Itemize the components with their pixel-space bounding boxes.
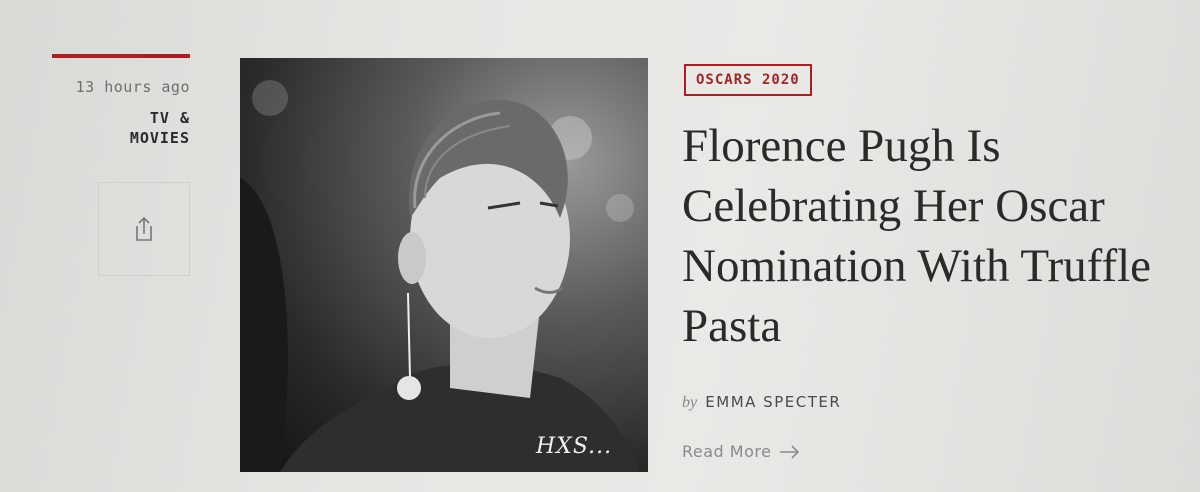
watermark: HXS... (536, 434, 613, 459)
portrait-illustration (240, 80, 640, 472)
tag-badge[interactable]: OSCARS 2020 (684, 64, 812, 96)
timestamp: 13 hours ago (75, 78, 190, 96)
byline-prefix: by (682, 394, 698, 411)
headline[interactable]: Florence Pugh Is Celebrating Her Oscar N… (682, 116, 1192, 356)
article-photo[interactable]: HXS... (240, 58, 648, 472)
byline: by EMMA SPECTER (682, 393, 841, 412)
author-link[interactable]: EMMA SPECTER (705, 393, 841, 411)
share-button[interactable] (98, 182, 190, 276)
accent-rule (52, 54, 190, 58)
category-link[interactable]: TV & MOVIES (60, 108, 190, 148)
read-more-link[interactable]: Read More (682, 442, 801, 461)
arrow-right-icon (780, 444, 800, 459)
share-icon (136, 216, 152, 241)
read-more-label: Read More (682, 442, 772, 461)
